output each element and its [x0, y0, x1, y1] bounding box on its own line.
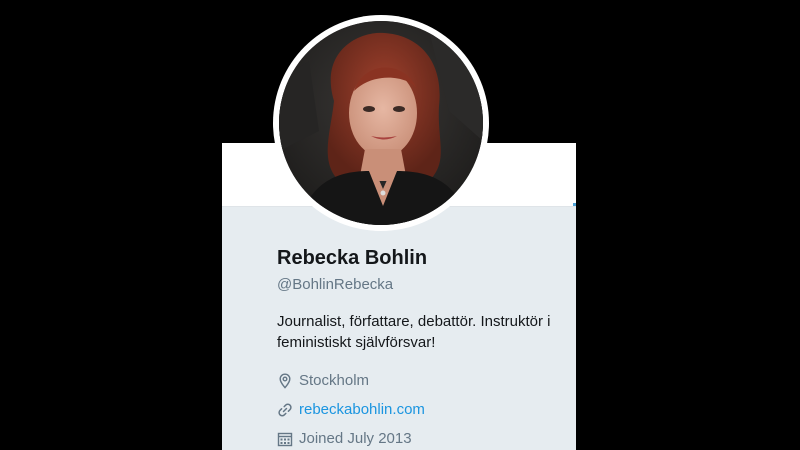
- joined-date: Joined July 2013: [299, 429, 412, 447]
- avatar[interactable]: [279, 21, 483, 225]
- bio-line: feministiskt självförsvar!: [277, 334, 436, 351]
- link-icon: [278, 403, 292, 416]
- user-handle[interactable]: @BohlinRebecka: [277, 275, 573, 295]
- joined-row: Joined July 2013: [277, 424, 573, 450]
- calendar-icon: [277, 432, 293, 446]
- display-name[interactable]: Rebecka Bohlin: [277, 244, 573, 272]
- screenshot-stage: Rebecka Bohlin @BohlinRebecka Journalist…: [0, 0, 800, 450]
- website-row: rebeckabohlin.com: [277, 395, 573, 424]
- location-pin-icon: [279, 372, 291, 389]
- bio-line: Journalist, författare, debattör. Instru…: [277, 313, 551, 330]
- profile-info: Rebecka Bohlin @BohlinRebecka Journalist…: [277, 244, 573, 450]
- avatar-photo: [279, 21, 483, 225]
- location-row: Stockholm: [277, 366, 573, 395]
- website-link[interactable]: rebeckabohlin.com: [299, 400, 425, 420]
- profile-bio: Journalist, författare, debattör. Instru…: [277, 311, 573, 353]
- location-text: Stockholm: [299, 371, 370, 389]
